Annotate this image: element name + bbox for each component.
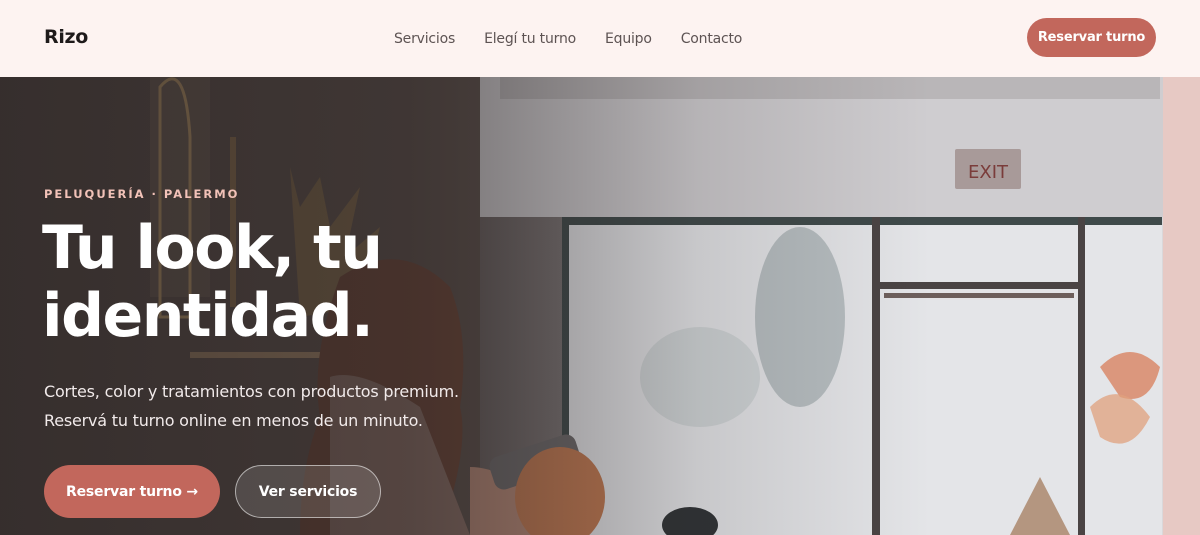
hero-eyebrow: PELUQUERÍA · PALERMO <box>44 187 240 201</box>
brand-logo[interactable]: Rizo <box>44 26 88 48</box>
hero-subtitle: Cortes, color y tratamientos con product… <box>44 377 504 435</box>
hero-ver-servicios-button[interactable]: Ver servicios <box>235 465 381 518</box>
hero-headline-line-1: Tu look, tu <box>42 213 383 283</box>
hero-reservar-turno-button[interactable]: Reservar turno → <box>44 465 220 518</box>
nav-links: Servicios Elegí tu turno Equipo Contacto <box>394 31 771 47</box>
nav-link-servicios[interactable]: Servicios <box>394 31 455 47</box>
hero-headline-line-2: identidad. <box>42 281 374 351</box>
hero-subtitle-line-2: Reservá tu turno online en menos de un m… <box>44 411 423 430</box>
nav-reservar-turno-button[interactable]: Reservar turno <box>1027 18 1156 57</box>
nav-link-equipo[interactable]: Equipo <box>605 31 652 47</box>
hero-section: EXIT PELUQUERÍA · PALERMO <box>0 77 1200 535</box>
nav-link-elegi-tu-turno[interactable]: Elegí tu turno <box>484 31 576 47</box>
hero-subtitle-line-1: Cortes, color y tratamientos con product… <box>44 382 459 401</box>
navbar: Rizo Servicios Elegí tu turno Equipo Con… <box>0 0 1200 77</box>
hero-headline: Tu look, tu identidad. <box>42 214 522 350</box>
hero-edge-strip <box>1163 77 1200 535</box>
nav-link-contacto[interactable]: Contacto <box>681 31 743 47</box>
